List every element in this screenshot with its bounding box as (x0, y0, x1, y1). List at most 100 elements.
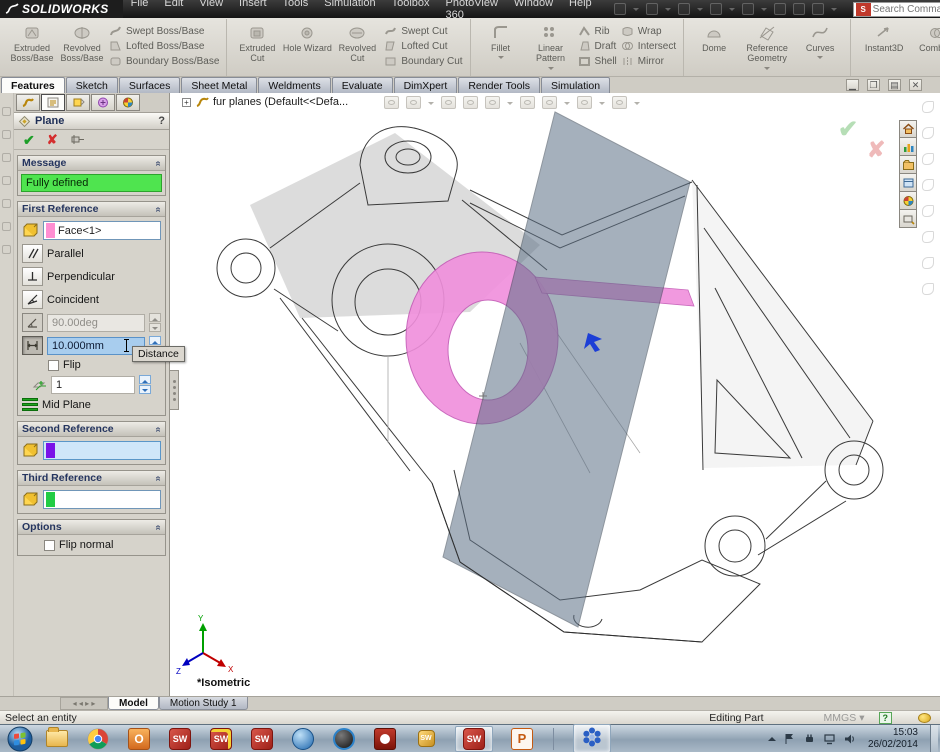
solidworks-taskbar-icon-2[interactable]: SW (250, 727, 274, 751)
tab-scroll-buttons[interactable]: ◂ ◂ ▸ ▸ (60, 697, 108, 710)
redo-icon[interactable] (774, 3, 786, 15)
curves-button[interactable]: Curves (795, 20, 845, 53)
propertymanager-tab[interactable] (41, 94, 65, 111)
view-orientation-icon[interactable] (485, 96, 500, 109)
search-input[interactable] (873, 4, 940, 15)
panel-splitter-handle[interactable] (170, 370, 179, 410)
angle-input[interactable]: 90.00deg (47, 314, 145, 332)
powerpoint-taskbar-icon[interactable]: P (510, 727, 534, 751)
model-canvas[interactable]: Y X Z (170, 93, 940, 696)
count-spinner[interactable] (139, 375, 151, 394)
graphics-viewport[interactable]: Y X Z + fur planes (Default<<Defa... (170, 93, 940, 696)
previous-view-icon[interactable] (441, 96, 456, 109)
linear-pattern-button[interactable]: Linear Pattern (526, 20, 576, 64)
start-button[interactable] (7, 726, 33, 752)
taskbar-clock[interactable]: 15:03 26/02/2014 (868, 727, 918, 751)
open-doc-icon[interactable] (646, 3, 658, 15)
confirmation-corner-ok[interactable]: ✔ (838, 115, 858, 144)
chrome-taskbar-icon[interactable] (86, 727, 110, 751)
zoom-area-icon[interactable] (406, 96, 421, 109)
extruded-boss-button[interactable]: Extruded Boss/Base (7, 20, 57, 64)
coincident-option-button[interactable] (22, 290, 43, 309)
resources-tab[interactable] (899, 138, 917, 156)
doc-cascade-button[interactable]: ▤ (888, 79, 901, 91)
third-reference-selection-box[interactable] (43, 490, 161, 509)
file-explorer-taskbar-icon[interactable] (45, 727, 69, 751)
action-center-flag-icon[interactable] (783, 733, 796, 745)
collapse-chevron-icon[interactable]: « (153, 426, 164, 432)
power-plug-icon[interactable] (803, 733, 816, 745)
hide-show-items-icon[interactable] (542, 96, 557, 109)
panel-help-button[interactable]: ? (158, 115, 165, 127)
angle-spinner[interactable] (149, 313, 161, 332)
motion-study-tab[interactable]: Motion Study 1 (159, 697, 248, 710)
boundary-boss-button[interactable]: Boundary Boss/Base (109, 55, 219, 67)
edrawings-app-icon[interactable]: SW (414, 727, 438, 751)
reference-geometry-dropdown-caret-icon[interactable] (764, 67, 770, 73)
tab-surfaces[interactable]: Surfaces (119, 77, 180, 93)
first-reference-header[interactable]: First Reference« (18, 202, 165, 217)
tray-expand-caret-icon[interactable] (768, 733, 776, 741)
third-reference-header[interactable]: Third Reference« (18, 471, 165, 486)
collapse-chevron-icon[interactable]: « (153, 524, 164, 530)
tab-sheet-metal[interactable]: Sheet Metal (181, 77, 257, 93)
network-icon[interactable] (823, 733, 836, 745)
lofted-cut-button[interactable]: Lofted Cut (384, 40, 462, 52)
pin-icon[interactable] (70, 133, 85, 146)
parallel-option-button[interactable] (22, 244, 43, 263)
linear-pattern-dropdown-caret-icon[interactable] (548, 67, 554, 73)
quick-tips-button[interactable]: ? (879, 712, 893, 724)
options-header[interactable]: Options« (18, 520, 165, 535)
new-doc-icon[interactable] (614, 3, 626, 15)
rebuild-icon[interactable] (793, 3, 805, 15)
search-commands-box[interactable]: S (853, 2, 940, 17)
combine-button-1[interactable]: Combine (912, 20, 940, 53)
dimxpertmanager-tab[interactable] (91, 94, 115, 111)
mirror-button[interactable]: Mirror (621, 55, 676, 67)
blue-sphere-app-icon[interactable] (291, 727, 315, 751)
distance-input[interactable]: 10.000mm (47, 337, 145, 355)
tab-simulation[interactable]: Simulation (541, 77, 610, 93)
doc-close-button[interactable]: ✕ (909, 79, 922, 91)
flower-app-task-button[interactable] (573, 724, 611, 752)
reference-geometry-button[interactable]: Reference Geometry (739, 20, 795, 64)
flip-normal-checkbox[interactable] (44, 540, 55, 551)
solidworks-taskbar-icon-1[interactable]: SW (168, 727, 192, 751)
screen-recorder-app-icon[interactable] (373, 727, 397, 751)
display-style-icon[interactable] (520, 96, 535, 109)
draft-button[interactable]: Draft (578, 40, 617, 52)
tab-evaluate[interactable]: Evaluate (332, 77, 393, 93)
apply-scene-icon[interactable] (612, 96, 627, 109)
solidworks-simulation-taskbar-icon[interactable]: SW (209, 727, 233, 751)
file-explorer-tab[interactable] (899, 174, 917, 192)
shell-button[interactable]: Shell (578, 55, 617, 67)
edit-appearance-icon[interactable] (577, 96, 592, 109)
outlook-taskbar-icon[interactable]: O (127, 727, 151, 751)
options-icon[interactable] (812, 3, 824, 15)
revolved-boss-button[interactable]: Revolved Boss/Base (57, 20, 107, 64)
hole-wizard-button[interactable]: Hole Wizard (282, 20, 332, 53)
message-section-header[interactable]: Message« (18, 156, 165, 171)
tab-sketch[interactable]: Sketch (66, 77, 118, 93)
collapse-chevron-icon[interactable]: « (153, 475, 164, 481)
lofted-boss-button[interactable]: Lofted Boss/Base (109, 40, 219, 52)
tab-render-tools[interactable]: Render Tools (458, 77, 540, 93)
configurationmanager-tab[interactable] (66, 94, 90, 111)
home-tab[interactable] (899, 120, 917, 138)
custom-properties-tab[interactable] (899, 210, 917, 228)
appearances-tab[interactable] (899, 192, 917, 210)
reference-plane-preview[interactable] (443, 112, 690, 627)
section-view-icon[interactable] (463, 96, 478, 109)
featuremanager-tree-tab[interactable] (16, 94, 40, 111)
ok-button[interactable]: ✔ (23, 133, 35, 147)
first-reference-selection-box[interactable]: Face<1> (43, 221, 161, 240)
swept-boss-button[interactable]: Swept Boss/Base (109, 25, 219, 37)
doc-restore-button[interactable]: ❐ (867, 79, 880, 91)
collapse-chevron-icon[interactable]: « (153, 160, 164, 166)
dome-button[interactable]: Dome (689, 20, 739, 53)
curves-dropdown-caret-icon[interactable] (817, 56, 823, 62)
perpendicular-option-button[interactable] (22, 267, 43, 286)
tab-weldments[interactable]: Weldments (258, 77, 330, 93)
save-icon[interactable] (678, 3, 690, 15)
document-name[interactable]: fur planes (Default<<Defa... (213, 96, 348, 108)
